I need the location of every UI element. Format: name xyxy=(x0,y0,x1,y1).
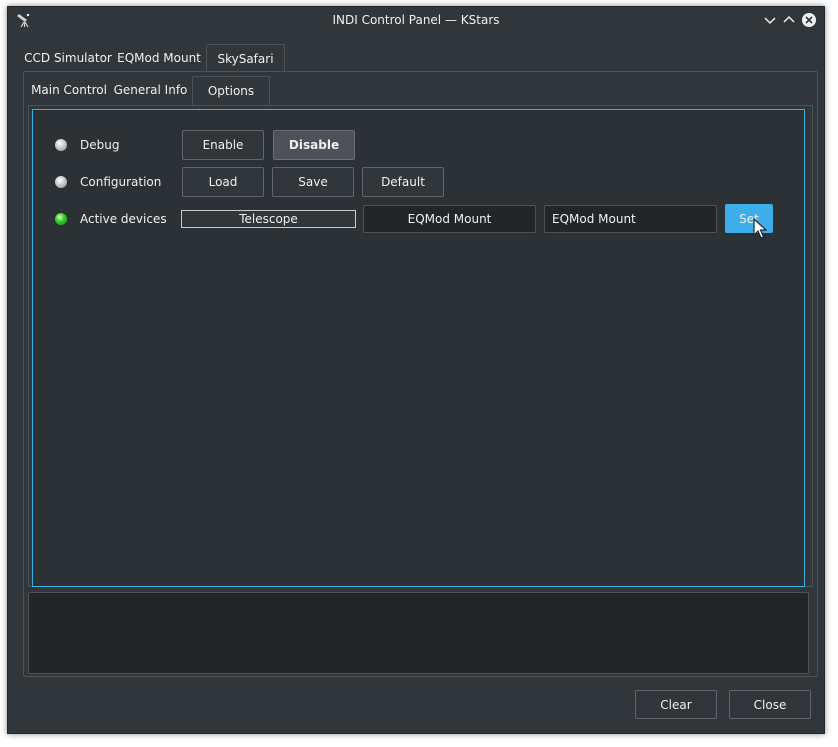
property-debug: Debug Enable Disable xyxy=(33,130,804,160)
title-bar[interactable]: INDI Control Panel — KStars xyxy=(8,7,824,34)
debug-status-led xyxy=(55,139,67,151)
tab-options[interactable]: Options xyxy=(192,76,270,106)
telescope-input-field[interactable]: EQMod Mount xyxy=(544,205,717,233)
tab-ccd-simulator[interactable]: CCD Simulator xyxy=(23,44,113,72)
close-icon[interactable] xyxy=(801,12,817,28)
debug-disable-button[interactable]: Disable xyxy=(273,130,355,160)
debug-enable-button[interactable]: Enable xyxy=(182,130,264,160)
indi-control-panel-window: INDI Control Panel — KStars CCD Simulato… xyxy=(7,6,825,734)
config-load-button[interactable]: Load xyxy=(182,167,264,197)
active-devices-status-led xyxy=(55,213,67,225)
properties-frame: Debug Enable Disable Configuration Load … xyxy=(32,109,805,587)
configuration-status-led xyxy=(55,176,67,188)
tab-general-info[interactable]: General Info xyxy=(110,76,191,104)
property-configuration: Configuration Load Save Default xyxy=(33,167,804,197)
tab-main-control[interactable]: Main Control xyxy=(28,76,110,104)
minimize-icon[interactable] xyxy=(762,12,778,28)
tab-skysafari[interactable]: SkySafari xyxy=(206,44,285,72)
mouse-pointer-icon xyxy=(753,217,768,240)
property-active-devices: Active devices Telescope EQMod Mount EQM… xyxy=(33,204,804,239)
window-title: INDI Control Panel — KStars xyxy=(332,13,500,27)
maximize-icon[interactable] xyxy=(781,12,797,28)
active-devices-label: Active devices xyxy=(80,212,167,226)
close-button[interactable]: Close xyxy=(729,690,811,719)
telescope-current-value: EQMod Mount xyxy=(363,205,536,233)
config-default-button[interactable]: Default xyxy=(362,167,444,197)
device-panel: Main Control General Info Options Debug … xyxy=(23,71,818,677)
debug-label: Debug xyxy=(80,138,120,152)
configuration-label: Configuration xyxy=(80,175,162,189)
message-log[interactable] xyxy=(28,592,809,674)
options-group-panel: Debug Enable Disable Configuration Load … xyxy=(28,105,813,587)
clear-button[interactable]: Clear xyxy=(635,690,717,719)
tab-eqmod-mount[interactable]: EQMod Mount xyxy=(113,44,205,72)
config-save-button[interactable]: Save xyxy=(272,167,354,197)
telescope-element-label: Telescope xyxy=(181,210,356,228)
